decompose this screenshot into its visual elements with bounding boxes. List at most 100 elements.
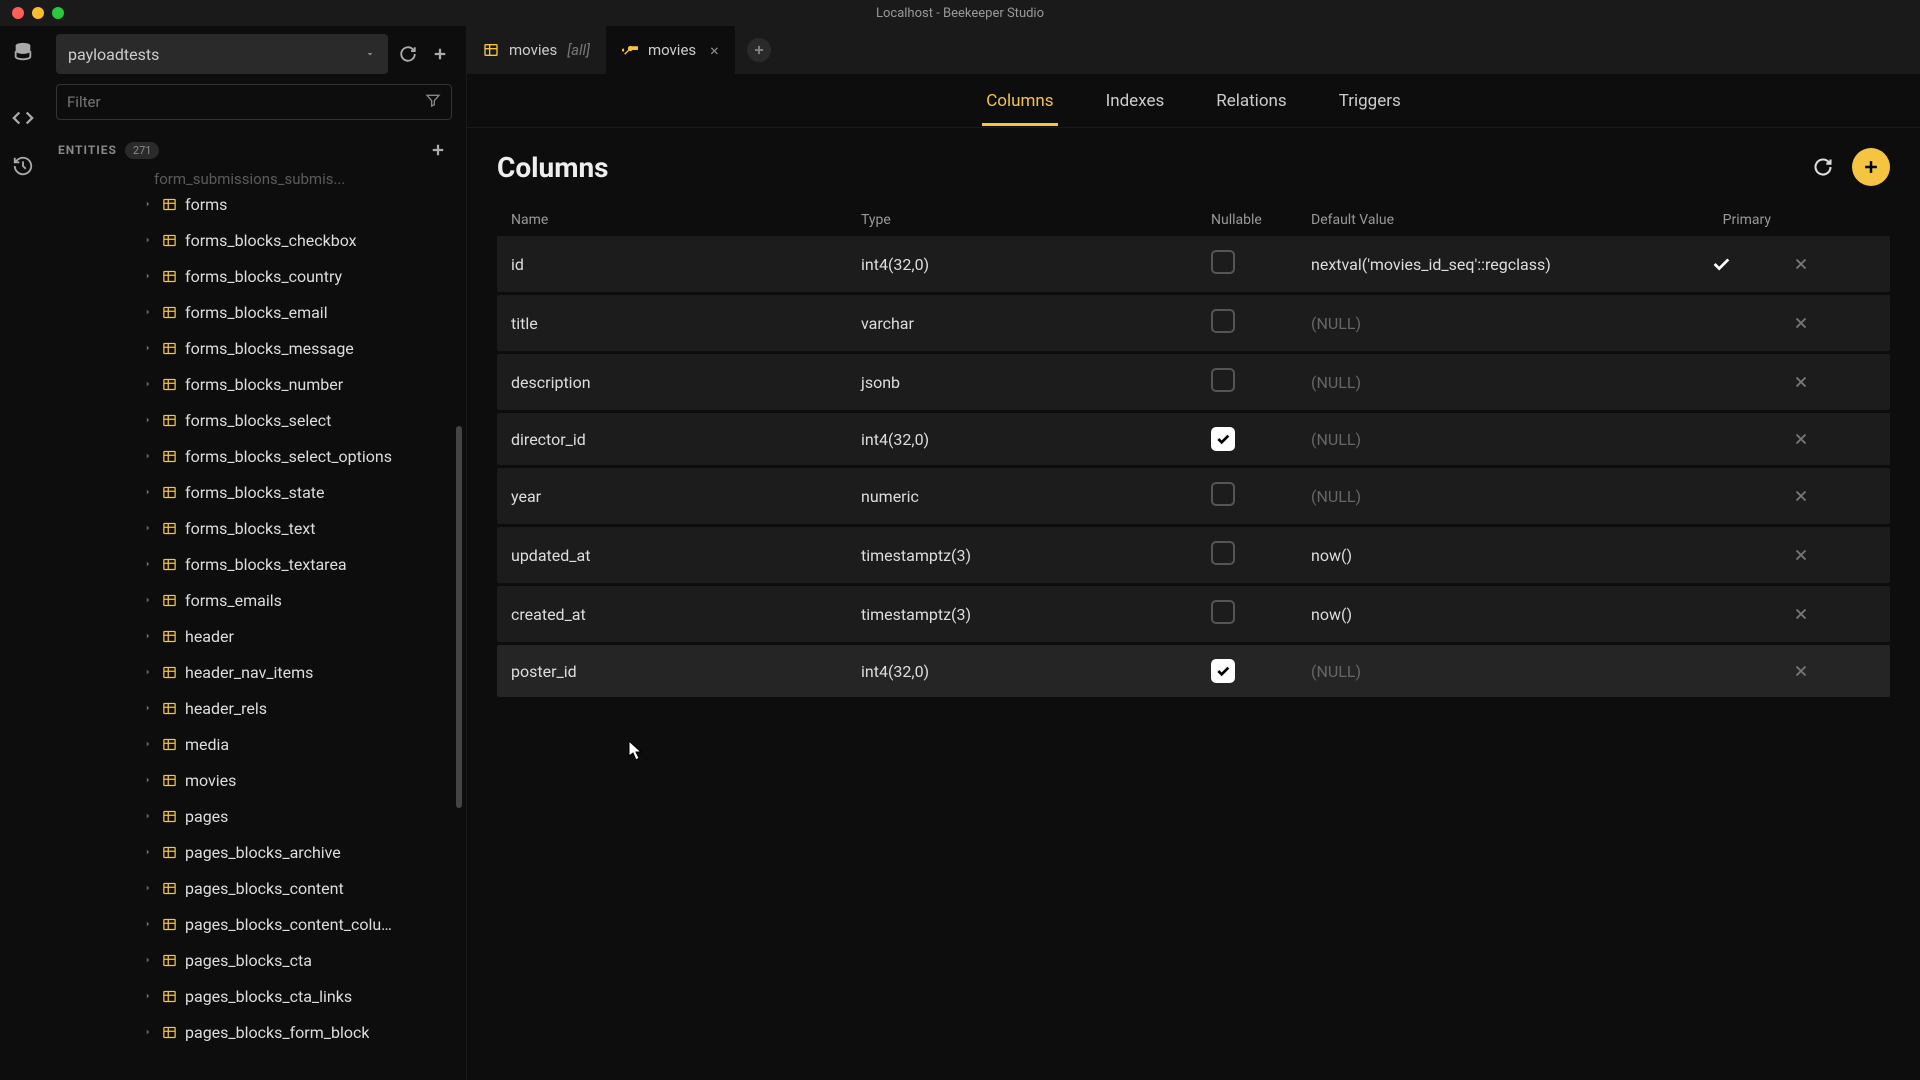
sidebar-entity-item[interactable]: pages_blocks_content [46, 870, 462, 906]
code-icon[interactable] [11, 106, 35, 130]
column-row[interactable]: title varchar (NULL) [497, 295, 1890, 351]
table-icon [162, 809, 177, 824]
sidebar-entity-item[interactable]: pages_blocks_archive [46, 834, 462, 870]
add-db-button[interactable] [428, 42, 452, 66]
nullable-checkbox[interactable] [1211, 427, 1235, 451]
nullable-checkbox[interactable] [1211, 659, 1235, 683]
add-column-button[interactable] [1852, 148, 1890, 186]
column-row[interactable]: description jsonb (NULL) [497, 354, 1890, 410]
sidebar-entity-item[interactable]: forms_blocks_textarea [46, 546, 462, 582]
scrollbar-thumb[interactable] [456, 426, 462, 807]
window-close-icon[interactable] [12, 7, 24, 19]
subnav-relations[interactable]: Relations [1212, 77, 1290, 125]
tab[interactable]: movies × [606, 26, 735, 74]
column-name: updated_at [511, 546, 861, 565]
sidebar-entity-item[interactable]: pages [46, 798, 462, 834]
col-header-name: Name [511, 212, 861, 228]
chevron-right-icon [142, 1027, 154, 1037]
sidebar-entity-item[interactable]: header_nav_items [46, 654, 462, 690]
column-row[interactable]: year numeric (NULL) [497, 468, 1890, 524]
add-entity-button[interactable] [426, 138, 450, 162]
table-icon [162, 233, 177, 248]
chevron-right-icon [142, 199, 154, 209]
sidebar-entity-item[interactable]: forms_blocks_state [46, 474, 462, 510]
sidebar-entity-item[interactable]: movies [46, 762, 462, 798]
sidebar-entity-item[interactable]: pages_blocks_form_block [46, 1014, 462, 1050]
sidebar-entity-item[interactable]: header_rels [46, 690, 462, 726]
entity-name: forms_blocks_number [185, 375, 343, 394]
tabs-bar: movies [all] movies × [467, 26, 1920, 74]
delete-column-button[interactable] [1771, 487, 1831, 505]
entity-item-cutoff: form_submissions_submis... [46, 172, 462, 186]
column-default: (NULL) [1311, 430, 1671, 449]
wrench-icon [622, 42, 638, 58]
sidebar-entity-item[interactable]: forms_emails [46, 582, 462, 618]
delete-column-button[interactable] [1771, 255, 1831, 273]
window-maximize-icon[interactable] [52, 7, 64, 19]
delete-column-button[interactable] [1771, 546, 1831, 564]
filter-input[interactable]: Filter [56, 84, 452, 120]
sidebar-entity-item[interactable]: forms_blocks_checkbox [46, 222, 462, 258]
nullable-checkbox[interactable] [1211, 309, 1235, 333]
close-tab-icon[interactable]: × [710, 41, 719, 60]
refresh-db-button[interactable] [396, 42, 420, 66]
entities-label: ENTITIES [58, 143, 117, 157]
history-icon[interactable] [11, 154, 35, 178]
subnav-triggers[interactable]: Triggers [1335, 77, 1405, 125]
chevron-right-icon [142, 703, 154, 713]
delete-column-button[interactable] [1771, 430, 1831, 448]
entity-name: pages_blocks_content_colu… [185, 915, 392, 934]
refresh-columns-button[interactable] [1804, 148, 1842, 186]
nullable-checkbox[interactable] [1211, 541, 1235, 565]
sidebar-entity-item[interactable]: forms_blocks_email [46, 294, 462, 330]
entity-name: forms_blocks_email [185, 303, 328, 322]
delete-column-button[interactable] [1771, 662, 1831, 680]
column-row[interactable]: id int4(32,0) nextval('movies_id_seq'::r… [497, 236, 1890, 292]
chevron-right-icon [142, 415, 154, 425]
chevron-right-icon [142, 343, 154, 353]
database-icon[interactable] [11, 40, 35, 64]
sidebar-entity-item[interactable]: forms_blocks_select_options [46, 438, 462, 474]
chevron-right-icon [142, 991, 154, 1001]
nullable-checkbox[interactable] [1211, 482, 1235, 506]
table-icon [162, 593, 177, 608]
tab[interactable]: movies [all] [467, 26, 606, 74]
database-select[interactable]: payloadtests [56, 34, 388, 74]
sidebar-entity-item[interactable]: media [46, 726, 462, 762]
chevron-right-icon [142, 631, 154, 641]
nullable-checkbox[interactable] [1211, 368, 1235, 392]
window-minimize-icon[interactable] [32, 7, 44, 19]
chevron-right-icon [142, 955, 154, 965]
col-header-primary: Primary [1671, 212, 1771, 228]
column-row[interactable]: created_at timestamptz(3) now() [497, 586, 1890, 642]
entity-name: forms_blocks_checkbox [185, 231, 357, 250]
delete-column-button[interactable] [1771, 605, 1831, 623]
sidebar-entity-item[interactable]: forms_blocks_country [46, 258, 462, 294]
sidebar-entity-item[interactable]: pages_blocks_content_colu… [46, 906, 462, 942]
subnav-columns[interactable]: Columns [982, 77, 1057, 125]
sidebar-entity-item[interactable]: forms_blocks_text [46, 510, 462, 546]
sidebar-entity-item[interactable]: pages_blocks_cta [46, 942, 462, 978]
add-tab-button[interactable] [747, 38, 771, 62]
column-row[interactable]: director_id int4(32,0) (NULL) [497, 413, 1890, 465]
nullable-checkbox[interactable] [1211, 600, 1235, 624]
delete-column-button[interactable] [1771, 373, 1831, 391]
delete-column-button[interactable] [1771, 314, 1831, 332]
columns-header-row: Name Type Nullable Default Value Primary [497, 204, 1890, 236]
sidebar-entity-item[interactable]: forms_blocks_message [46, 330, 462, 366]
sidebar-entity-item[interactable]: forms [46, 186, 462, 222]
subnav-indexes[interactable]: Indexes [1102, 77, 1169, 125]
entity-name: pages_blocks_form_block [185, 1023, 369, 1042]
sidebar-entity-item[interactable]: forms_blocks_number [46, 366, 462, 402]
window-title: Localhost - Beekeeper Studio [876, 6, 1044, 21]
nullable-checkbox[interactable] [1211, 250, 1235, 274]
entity-name: pages_blocks_archive [185, 843, 341, 862]
column-row[interactable]: poster_id int4(32,0) (NULL) [497, 645, 1890, 697]
chevron-right-icon [142, 883, 154, 893]
column-row[interactable]: updated_at timestamptz(3) now() [497, 527, 1890, 583]
sidebar-entity-item[interactable]: header [46, 618, 462, 654]
sidebar-entity-item[interactable]: pages_blocks_cta_links [46, 978, 462, 1014]
column-default: (NULL) [1311, 487, 1671, 506]
sidebar-entity-item[interactable]: forms_blocks_select [46, 402, 462, 438]
scrollbar[interactable] [456, 172, 462, 1080]
